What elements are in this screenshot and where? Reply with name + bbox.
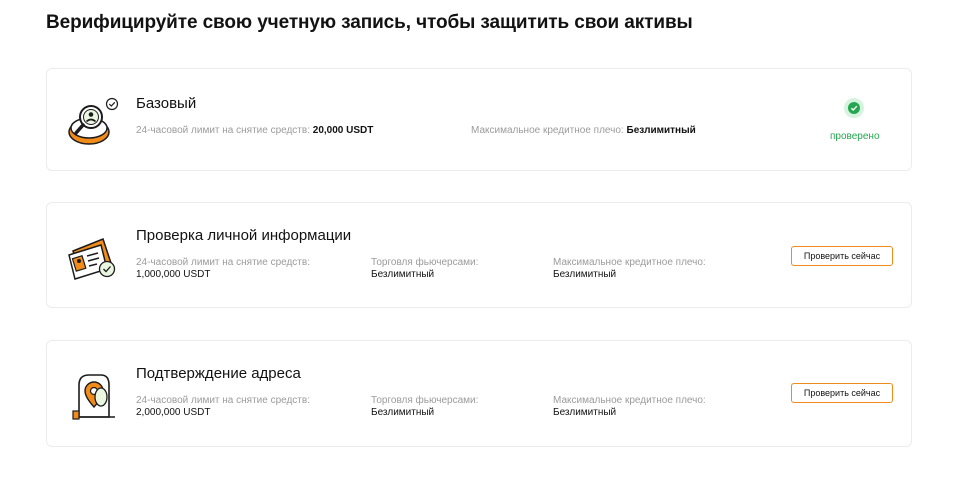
withdraw-limit: 24-часовой лимит на снятие средств: 1,00… xyxy=(136,257,310,281)
level-title: Базовый xyxy=(136,95,197,112)
max-leverage-label: Максимальное кредитное плечо: xyxy=(471,125,624,136)
level-card-personal-info: Проверка личной информации 24-часовой ли… xyxy=(46,202,912,308)
futures-trading-value: Безлимитный xyxy=(371,269,435,280)
location-document-icon xyxy=(72,374,115,420)
id-card-icon xyxy=(68,238,116,280)
page-title: Верифицируйте свою учетную запись, чтобы… xyxy=(46,12,693,33)
withdraw-limit-label: 24-часовой лимит на снятие средств: xyxy=(136,395,310,406)
max-leverage: Максимальное кредитное плечо: Безлимитны… xyxy=(471,125,696,136)
futures-trading-label: Торговля фьючерсами: xyxy=(371,257,479,268)
level-title: Подтверждение адреса xyxy=(136,365,301,382)
withdraw-limit-value: 1,000,000 USDT xyxy=(136,269,211,280)
withdraw-limit-value: 20,000 USDT xyxy=(312,125,374,136)
withdraw-limit-value: 2,000,000 USDT xyxy=(136,407,211,418)
verify-now-button[interactable]: Проверить сейчас xyxy=(791,383,893,403)
status-badge: проверено xyxy=(830,131,880,142)
futures-trading: Торговля фьючерсами: Безлимитный xyxy=(371,395,478,419)
max-leverage: Максимальное кредитное плечо: Безлимитны… xyxy=(553,257,706,281)
level-card-address: Подтверждение адреса 24-часовой лимит на… xyxy=(46,340,912,447)
verified-check-icon xyxy=(844,98,864,118)
max-leverage-value: Безлимитный xyxy=(626,125,696,136)
futures-trading-value: Безлимитный xyxy=(371,407,435,418)
withdraw-limit-label: 24-часовой лимит на снятие средств: xyxy=(136,257,310,268)
verify-now-button[interactable]: Проверить сейчас xyxy=(791,246,893,266)
max-leverage-value: Безлимитный xyxy=(553,407,617,418)
magnifier-user-icon xyxy=(68,97,119,145)
max-leverage-label: Максимальное кредитное плечо: xyxy=(553,257,706,268)
verification-page: Верифицируйте свою учетную запись, чтобы… xyxy=(0,0,960,487)
max-leverage-value: Безлимитный xyxy=(553,269,617,280)
withdraw-limit-label: 24-часовой лимит на снятие средств: xyxy=(136,125,310,136)
futures-trading-label: Торговля фьючерсами: xyxy=(371,395,479,406)
max-leverage-label: Максимальное кредитное плечо: xyxy=(553,395,706,406)
level-title: Проверка личной информации xyxy=(136,227,352,244)
withdraw-limit: 24-часовой лимит на снятие средств: 20,0… xyxy=(136,125,373,136)
futures-trading: Торговля фьючерсами: Безлимитный xyxy=(371,257,478,281)
withdraw-limit: 24-часовой лимит на снятие средств: 2,00… xyxy=(136,395,310,419)
level-card-basic: Базовый 24-часовой лимит на снятие средс… xyxy=(46,68,912,171)
max-leverage: Максимальное кредитное плечо: Безлимитны… xyxy=(553,395,706,419)
